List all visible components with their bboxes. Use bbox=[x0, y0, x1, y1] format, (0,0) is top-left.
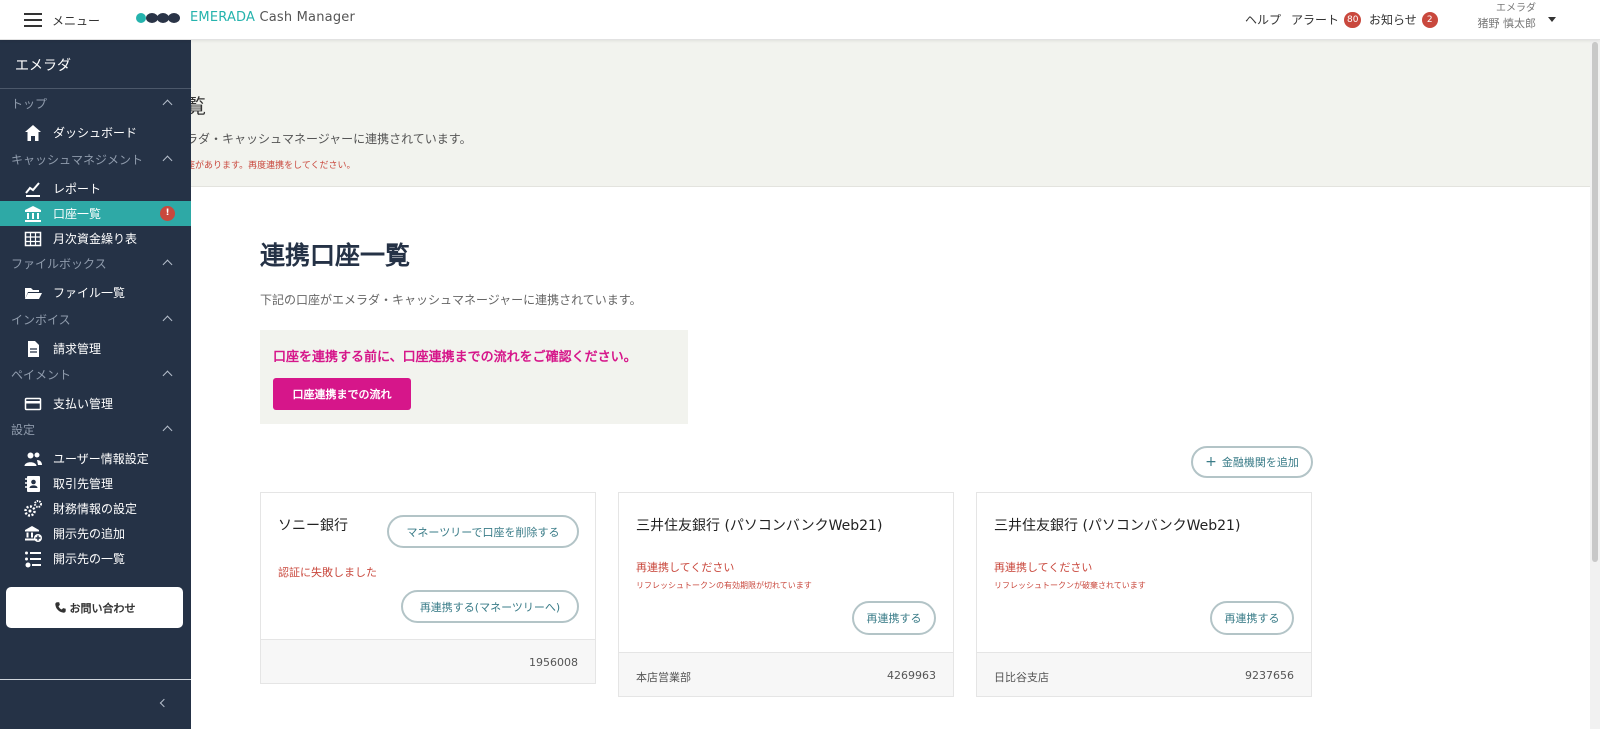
bank-name: ソニー銀行 bbox=[278, 518, 348, 534]
card-footer: 1956008 bbox=[261, 639, 595, 683]
chevron-left-icon[interactable] bbox=[159, 698, 169, 708]
sidebar-item-disclosure-list[interactable]: 開示先の一覧 bbox=[0, 546, 191, 571]
caret-down-icon bbox=[1548, 17, 1556, 22]
sidebar-item-report[interactable]: レポート bbox=[0, 176, 191, 201]
scrollbar-thumb[interactable] bbox=[1592, 42, 1598, 562]
menu-label: メニュー bbox=[52, 13, 101, 28]
page-banner: 覧 ラダ・キャッシュマネージャーに連携されています。 座があります。再度連携をし… bbox=[0, 40, 1600, 187]
chevron-up-icon bbox=[162, 315, 173, 326]
sidebar-section-settings[interactable]: 設定 bbox=[0, 419, 191, 441]
contact-button[interactable]: お問い合わせ bbox=[6, 587, 183, 628]
news-link[interactable]: お知らせ 2 bbox=[1369, 11, 1438, 28]
phone-icon bbox=[54, 602, 66, 613]
reconnect-button[interactable]: 再連携する bbox=[1210, 601, 1294, 635]
add-institution-button[interactable]: + 金融機関を追加 bbox=[1191, 446, 1313, 478]
account-number: 4269963 bbox=[887, 669, 936, 682]
chevron-up-icon bbox=[162, 99, 173, 110]
account-card: 三井住友銀行 (パソコンバンクWeb21) 再連携してください リフレッシュトー… bbox=[618, 492, 954, 697]
sidebar-section-invoice[interactable]: インボイス bbox=[0, 309, 191, 331]
alert-link[interactable]: アラート 80 bbox=[1291, 11, 1362, 28]
home-icon bbox=[25, 124, 41, 141]
document-icon bbox=[28, 340, 39, 357]
user-menu[interactable]: エメラダ 猪野 慎太郎 bbox=[1470, 2, 1560, 32]
moneytree-delete-button[interactable]: マネーツリーで口座を削除する bbox=[387, 515, 579, 548]
sidebar-item-finance-settings[interactable]: 財務情報の設定 bbox=[0, 496, 191, 521]
branch-name: 日比谷支店 bbox=[994, 671, 1049, 684]
top-bar: メニュー EMERADA Cash Manager ヘルプ アラート 80 お知… bbox=[0, 0, 1600, 40]
connection-flow-button[interactable]: 口座連携までの流れ bbox=[273, 378, 411, 410]
banner-warning: 座があります。再度連携をしてください。 bbox=[186, 161, 356, 171]
account-card: ソニー銀行 マネーツリーで口座を削除する 認証に失敗しました 再連携する(マネー… bbox=[260, 492, 596, 684]
sidebar-item-partners[interactable]: 取引先管理 bbox=[0, 471, 191, 496]
users-icon bbox=[24, 452, 42, 466]
sidebar-item-dashboard[interactable]: ダッシュボード bbox=[0, 120, 191, 145]
reconnect-moneytree-button[interactable]: 再連携する(マネーツリーへ) bbox=[401, 590, 579, 623]
address-book-icon bbox=[25, 475, 40, 492]
sidebar-org-name: エメラダ bbox=[0, 40, 191, 89]
sidebar: エメラダ トップ ダッシュボード キャッシュマネジメント レポート 口座一覧 !… bbox=[0, 40, 191, 729]
error-detail: リフレッシュトークンが破棄されています bbox=[994, 581, 1146, 590]
sidebar-section-top[interactable]: トップ bbox=[0, 93, 191, 115]
sidebar-footer bbox=[0, 679, 191, 729]
sidebar-section-filebox[interactable]: ファイルボックス bbox=[0, 253, 191, 275]
sidebar-item-accounts[interactable]: 口座一覧 ! bbox=[0, 201, 191, 226]
line-chart-icon bbox=[25, 181, 40, 197]
help-link[interactable]: ヘルプ bbox=[1245, 11, 1281, 28]
card-footer: 日比谷支店 9237656 bbox=[977, 652, 1311, 696]
account-number: 9237656 bbox=[1245, 669, 1294, 682]
sidebar-item-payments[interactable]: 支払い管理 bbox=[0, 391, 191, 416]
sidebar-item-files[interactable]: ファイル一覧 bbox=[0, 280, 191, 305]
brand-name: EMERADA Cash Manager bbox=[190, 10, 356, 25]
reconnect-button[interactable]: 再連携する bbox=[852, 601, 936, 635]
alert-count-badge: 80 bbox=[1344, 11, 1362, 28]
bank-add-icon bbox=[25, 525, 42, 542]
accounts-alert-badge: ! bbox=[160, 206, 175, 221]
user-org: エメラダ bbox=[1496, 3, 1536, 14]
card-footer: 本店営業部 4269963 bbox=[619, 652, 953, 696]
error-message: 再連携してください bbox=[636, 561, 735, 574]
chevron-up-icon bbox=[162, 370, 173, 381]
table-icon bbox=[24, 231, 42, 246]
branch-name: 本店営業部 bbox=[636, 671, 691, 684]
bank-name: 三井住友銀行 (パソコンバンクWeb21) bbox=[636, 518, 883, 534]
chevron-up-icon bbox=[162, 425, 173, 436]
emerada-logo-icon bbox=[136, 12, 180, 23]
sidebar-section-cash[interactable]: キャッシュマネジメント bbox=[0, 149, 191, 171]
sidebar-item-monthly[interactable]: 月次資金繰り表 bbox=[0, 226, 191, 251]
error-message: 認証に失敗しました bbox=[278, 566, 377, 579]
scrollbar[interactable] bbox=[1590, 40, 1600, 729]
page-title: 連携口座一覧 bbox=[260, 241, 411, 270]
alert-label: アラート bbox=[1291, 13, 1340, 27]
bank-icon bbox=[25, 205, 41, 222]
plus-icon: + bbox=[1205, 454, 1217, 470]
sidebar-item-user-settings[interactable]: ユーザー情報設定 bbox=[0, 446, 191, 471]
news-label: お知らせ bbox=[1369, 13, 1417, 27]
user-name: 猪野 慎太郎 bbox=[1477, 17, 1537, 30]
sidebar-item-disclosure-add[interactable]: 開示先の追加 bbox=[0, 521, 191, 546]
banner-description: ラダ・キャッシュマネージャーに連携されています。 bbox=[186, 132, 472, 146]
error-detail: リフレッシュトークンの有効期限が切れています bbox=[636, 581, 812, 590]
gears-icon bbox=[24, 499, 42, 517]
bank-name: 三井住友銀行 (パソコンバンクWeb21) bbox=[994, 518, 1241, 534]
sidebar-item-billing[interactable]: 請求管理 bbox=[0, 336, 191, 361]
credit-card-icon bbox=[24, 397, 42, 410]
sidebar-section-payment[interactable]: ペイメント bbox=[0, 364, 191, 386]
chevron-up-icon bbox=[162, 155, 173, 166]
menu-button[interactable]: メニュー bbox=[24, 9, 100, 31]
notice-text: 口座を連携する前に、口座連携までの流れをご確認ください。 bbox=[273, 350, 637, 365]
news-count-badge: 2 bbox=[1421, 11, 1438, 28]
page-description: 下記の口座がエメラダ・キャッシュマネージャーに連携されています。 bbox=[260, 293, 642, 307]
hamburger-icon bbox=[24, 13, 42, 27]
chevron-up-icon bbox=[162, 259, 173, 270]
notice-box: 口座を連携する前に、口座連携までの流れをご確認ください。 口座連携までの流れ bbox=[260, 330, 688, 424]
folder-open-icon bbox=[25, 287, 42, 299]
list-icon bbox=[25, 551, 41, 567]
brand-logo[interactable]: EMERADA Cash Manager bbox=[136, 10, 355, 25]
error-message: 再連携してください bbox=[994, 561, 1093, 574]
account-card: 三井住友銀行 (パソコンバンクWeb21) 再連携してください リフレッシュトー… bbox=[976, 492, 1312, 697]
account-number: 1956008 bbox=[529, 656, 578, 669]
